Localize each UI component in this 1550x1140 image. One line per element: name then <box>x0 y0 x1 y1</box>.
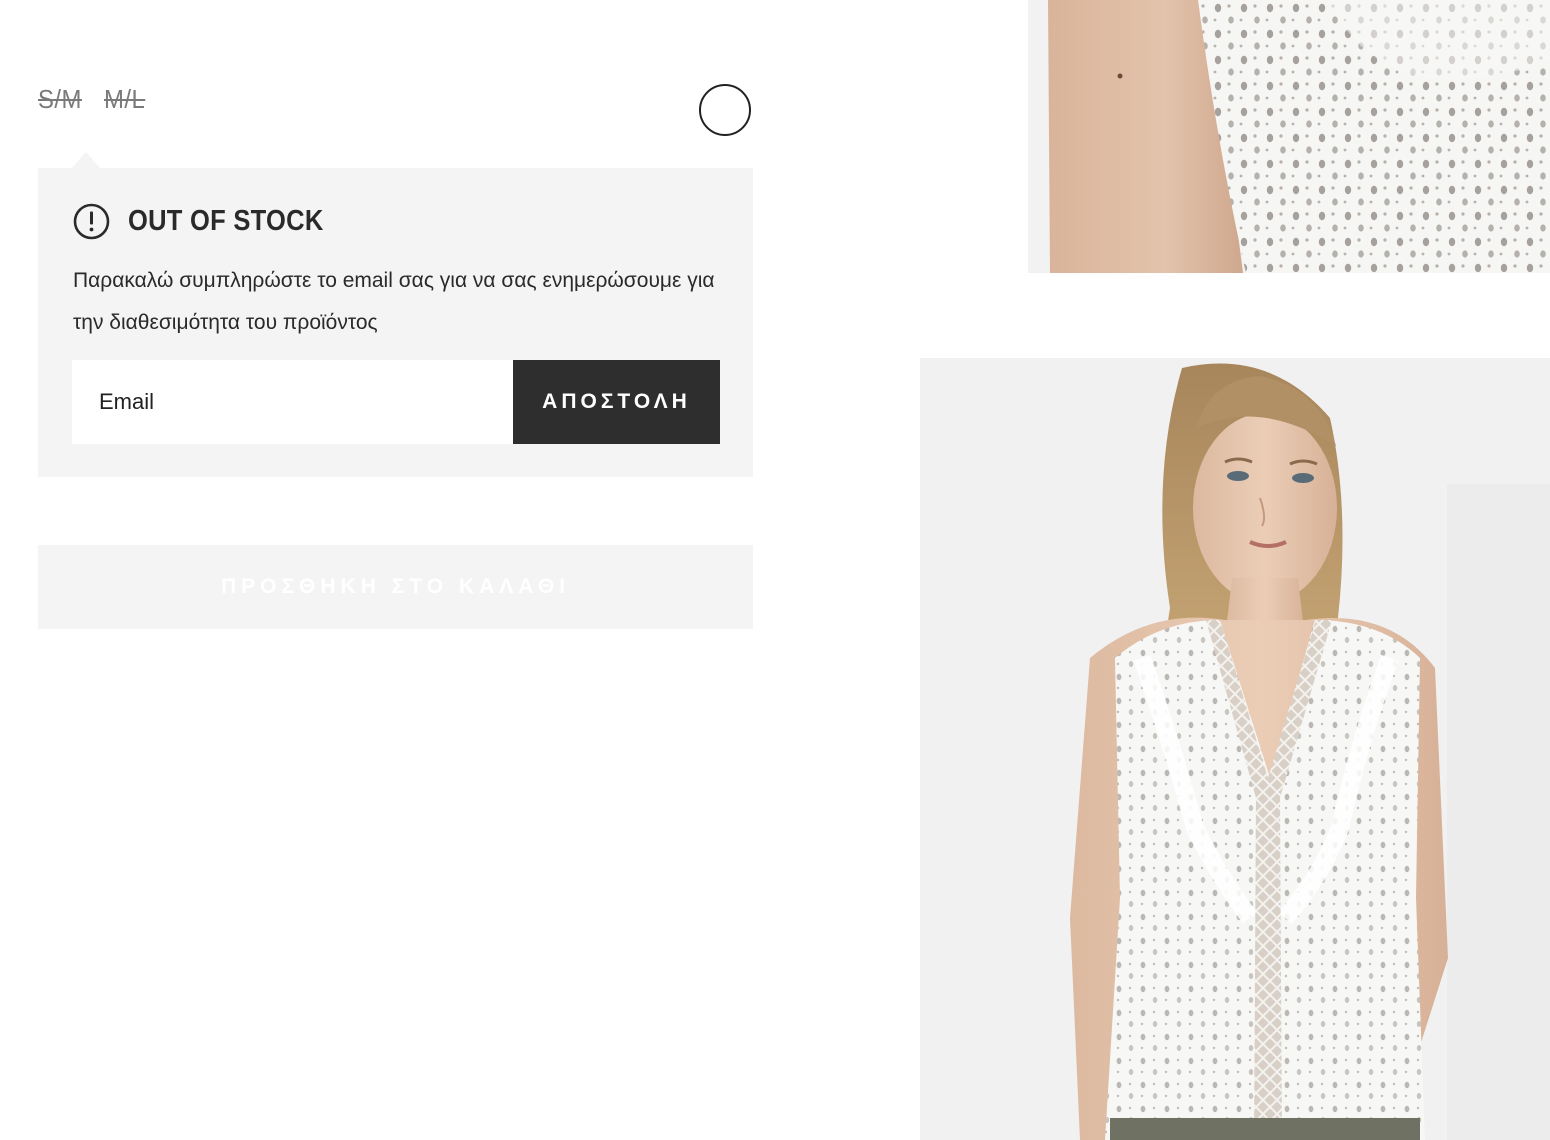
panel-pointer-arrow <box>72 152 100 168</box>
product-image-detail[interactable] <box>1028 0 1550 273</box>
color-swatch-white[interactable] <box>699 84 751 136</box>
send-button[interactable]: ΑΠΟΣΤΟΛΗ <box>513 360 720 444</box>
email-input[interactable] <box>72 360 513 444</box>
product-image-main[interactable] <box>920 358 1550 1140</box>
size-option-sm[interactable]: S/M <box>38 84 82 115</box>
out-of-stock-message: Παρακαλώ συμπληρώστε το email σας για να… <box>73 269 715 334</box>
out-of-stock-header: OUT OF STOCK <box>73 203 350 240</box>
size-option-ml[interactable]: M/L <box>104 84 145 115</box>
size-selector: S/M M/L <box>38 84 149 115</box>
out-of-stock-panel: OUT OF STOCK Παρακαλώ συμπληρώστε το ema… <box>38 168 753 477</box>
product-page: S/M M/L OUT OF STOCK Παρακαλώ συμπληρώστ… <box>0 0 1550 1140</box>
out-of-stock-title: OUT OF STOCK <box>128 205 324 237</box>
add-to-cart-button[interactable]: ΠΡΟΣΘΗΚΗ ΣΤΟ ΚΑΛΑΘΙ <box>38 545 753 629</box>
alert-circle-icon <box>73 203 110 240</box>
notify-email-form: ΑΠΟΣΤΟΛΗ <box>72 360 720 444</box>
